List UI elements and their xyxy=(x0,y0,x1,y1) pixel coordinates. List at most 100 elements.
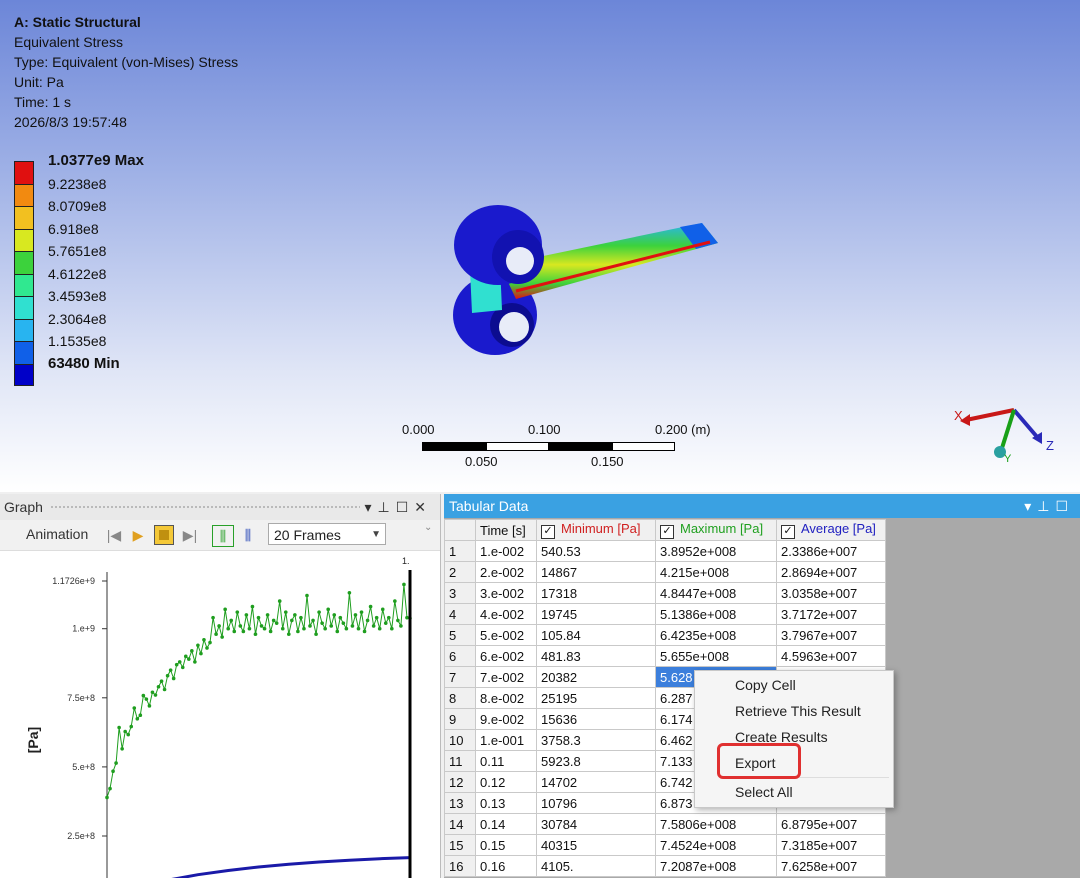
table-cell[interactable]: 3.8952e+008 xyxy=(655,540,777,562)
row-number[interactable]: 10 xyxy=(444,729,476,751)
maximize-icon[interactable]: ☐ xyxy=(396,499,415,515)
table-cell[interactable]: 5.e-002 xyxy=(475,624,537,646)
tabular-titlebar[interactable]: Tabular Data ▾⊥☐ xyxy=(444,494,1080,518)
table-cell[interactable]: 7.2087e+008 xyxy=(655,855,777,877)
column-header-maximum[interactable]: ✓ Maximum [Pa] xyxy=(655,519,777,541)
table-cell[interactable]: 1.e-001 xyxy=(475,729,537,751)
table-cell[interactable]: 3.7967e+007 xyxy=(776,624,886,646)
row-number[interactable]: 11 xyxy=(444,750,476,772)
stop-icon[interactable] xyxy=(154,525,174,545)
table-cell[interactable]: 6.8795e+007 xyxy=(776,813,886,835)
result-chart[interactable]: 1.1726e+9 1.e+9 7.5e+8 5.e+8 2.5e+8 [Pa] 1. xyxy=(0,550,440,878)
dropdown-icon[interactable]: ▾ xyxy=(364,499,377,515)
table-cell[interactable]: 481.83 xyxy=(536,645,656,667)
table-cell[interactable]: 8.e-002 xyxy=(475,687,537,709)
table-cell[interactable]: 5.1386e+008 xyxy=(655,603,777,625)
table-cell[interactable]: 540.53 xyxy=(536,540,656,562)
close-icon[interactable]: ✕ xyxy=(414,499,432,515)
table-cell[interactable]: 6.4235e+008 xyxy=(655,624,777,646)
row-number[interactable]: 15 xyxy=(444,834,476,856)
table-cell[interactable]: 14867 xyxy=(536,561,656,583)
menu-item-copy-cell[interactable]: Copy Cell xyxy=(735,677,796,693)
table-cell[interactable]: 3.0358e+007 xyxy=(776,582,886,604)
table-cell[interactable]: 17318 xyxy=(536,582,656,604)
row-number[interactable]: 8 xyxy=(444,687,476,709)
menu-item-select-all[interactable]: Select All xyxy=(735,784,793,800)
table-row[interactable]: 5 5.e-002 105.84 6.4235e+008 3.7967e+007 xyxy=(444,624,886,646)
row-number[interactable]: 7 xyxy=(444,666,476,688)
row-number[interactable]: 16 xyxy=(444,855,476,877)
table-cell[interactable]: 7.3185e+007 xyxy=(776,834,886,856)
3d-viewport[interactable]: A: Static Structural Equivalent Stress T… xyxy=(0,0,1080,492)
table-row[interactable]: 6 6.e-002 481.83 5.655e+008 4.5963e+007 xyxy=(444,645,886,667)
table-cell[interactable]: 2.8694e+007 xyxy=(776,561,886,583)
stress-model[interactable] xyxy=(440,195,740,365)
table-cell[interactable]: 4.215e+008 xyxy=(655,561,777,583)
table-cell[interactable]: 3.7172e+007 xyxy=(776,603,886,625)
frames-select[interactable]: 20 Frames ▼ xyxy=(268,523,386,545)
dropdown-icon[interactable]: ▾ xyxy=(1024,498,1037,514)
column-header-time[interactable]: Time [s] xyxy=(475,519,537,541)
table-cell[interactable]: 19745 xyxy=(536,603,656,625)
table-cell[interactable]: 6.e-002 xyxy=(475,645,537,667)
table-cell[interactable]: 0.15 xyxy=(475,834,537,856)
table-cell[interactable]: 7.6258e+007 xyxy=(776,855,886,877)
table-cell[interactable]: 0.12 xyxy=(475,771,537,793)
table-cell[interactable]: 105.84 xyxy=(536,624,656,646)
table-cell[interactable]: 7.5806e+008 xyxy=(655,813,777,835)
table-cell[interactable]: 20382 xyxy=(536,666,656,688)
table-cell[interactable]: 25195 xyxy=(536,687,656,709)
table-cell[interactable]: 0.16 xyxy=(475,855,537,877)
axis-triad-icon[interactable]: X Z Y xyxy=(948,400,1058,470)
table-cell[interactable]: 7.e-002 xyxy=(475,666,537,688)
pin-icon[interactable]: ⊥ xyxy=(378,499,396,515)
pin-icon[interactable]: ⊥ xyxy=(1037,498,1055,514)
maximize-icon[interactable]: ☐ xyxy=(1055,498,1074,514)
table-row[interactable]: 4 4.e-002 19745 5.1386e+008 3.7172e+007 xyxy=(444,603,886,625)
row-number[interactable]: 3 xyxy=(444,582,476,604)
row-number[interactable]: 14 xyxy=(444,813,476,835)
table-row[interactable]: 2 2.e-002 14867 4.215e+008 2.8694e+007 xyxy=(444,561,886,583)
table-row[interactable]: 16 0.16 4105. 7.2087e+008 7.6258e+007 xyxy=(444,855,886,877)
graph-titlebar[interactable]: Graph ▾⊥☐✕ xyxy=(0,494,440,520)
table-row[interactable]: 15 0.15 40315 7.4524e+008 7.3185e+007 xyxy=(444,834,886,856)
checkbox-icon[interactable]: ✓ xyxy=(660,525,674,539)
table-cell[interactable]: 0.11 xyxy=(475,750,537,772)
table-cell[interactable]: 4.e-002 xyxy=(475,603,537,625)
row-number[interactable]: 2 xyxy=(444,561,476,583)
table-cell[interactable]: 4.8447e+008 xyxy=(655,582,777,604)
column-header-average[interactable]: ✓ Average [Pa] xyxy=(776,519,886,541)
drag-grip[interactable] xyxy=(50,505,360,509)
last-frame-icon[interactable]: ▶| xyxy=(180,525,200,545)
play-icon[interactable]: ▶ xyxy=(128,525,148,545)
first-frame-icon[interactable]: |◀ xyxy=(104,525,124,545)
row-number[interactable]: 5 xyxy=(444,624,476,646)
table-row[interactable]: 3 3.e-002 17318 4.8447e+008 3.0358e+007 xyxy=(444,582,886,604)
table-row[interactable]: 1 1.e-002 540.53 3.8952e+008 2.3386e+007 xyxy=(444,540,886,562)
row-number[interactable]: 12 xyxy=(444,771,476,793)
table-cell[interactable]: 5923.8 xyxy=(536,750,656,772)
table-cell[interactable]: 4.5963e+007 xyxy=(776,645,886,667)
table-cell[interactable]: 15636 xyxy=(536,708,656,730)
table-cell[interactable]: 10796 xyxy=(536,792,656,814)
table-cell[interactable]: 5.655e+008 xyxy=(655,645,777,667)
table-cell[interactable]: 2.e-002 xyxy=(475,561,537,583)
table-cell[interactable]: 30784 xyxy=(536,813,656,835)
menu-item-retrieve-result[interactable]: Retrieve This Result xyxy=(735,703,861,719)
table-cell[interactable]: 0.13 xyxy=(475,792,537,814)
checkbox-icon[interactable]: ✓ xyxy=(541,525,555,539)
row-number[interactable]: 9 xyxy=(444,708,476,730)
row-number[interactable]: 13 xyxy=(444,792,476,814)
column-header-minimum[interactable]: ✓ Minimum [Pa] xyxy=(536,519,656,541)
table-cell[interactable]: 9.e-002 xyxy=(475,708,537,730)
table-cell[interactable]: 2.3386e+007 xyxy=(776,540,886,562)
table-cell[interactable]: 40315 xyxy=(536,834,656,856)
table-cell[interactable]: 7.4524e+008 xyxy=(655,834,777,856)
table-cell[interactable]: 0.14 xyxy=(475,813,537,835)
row-number[interactable]: 1 xyxy=(444,540,476,562)
table-cell[interactable]: 1.e-002 xyxy=(475,540,537,562)
row-number[interactable]: 4 xyxy=(444,603,476,625)
table-cell[interactable]: 3758.3 xyxy=(536,729,656,751)
table-cell[interactable]: 14702 xyxy=(536,771,656,793)
row-number[interactable]: 6 xyxy=(444,645,476,667)
